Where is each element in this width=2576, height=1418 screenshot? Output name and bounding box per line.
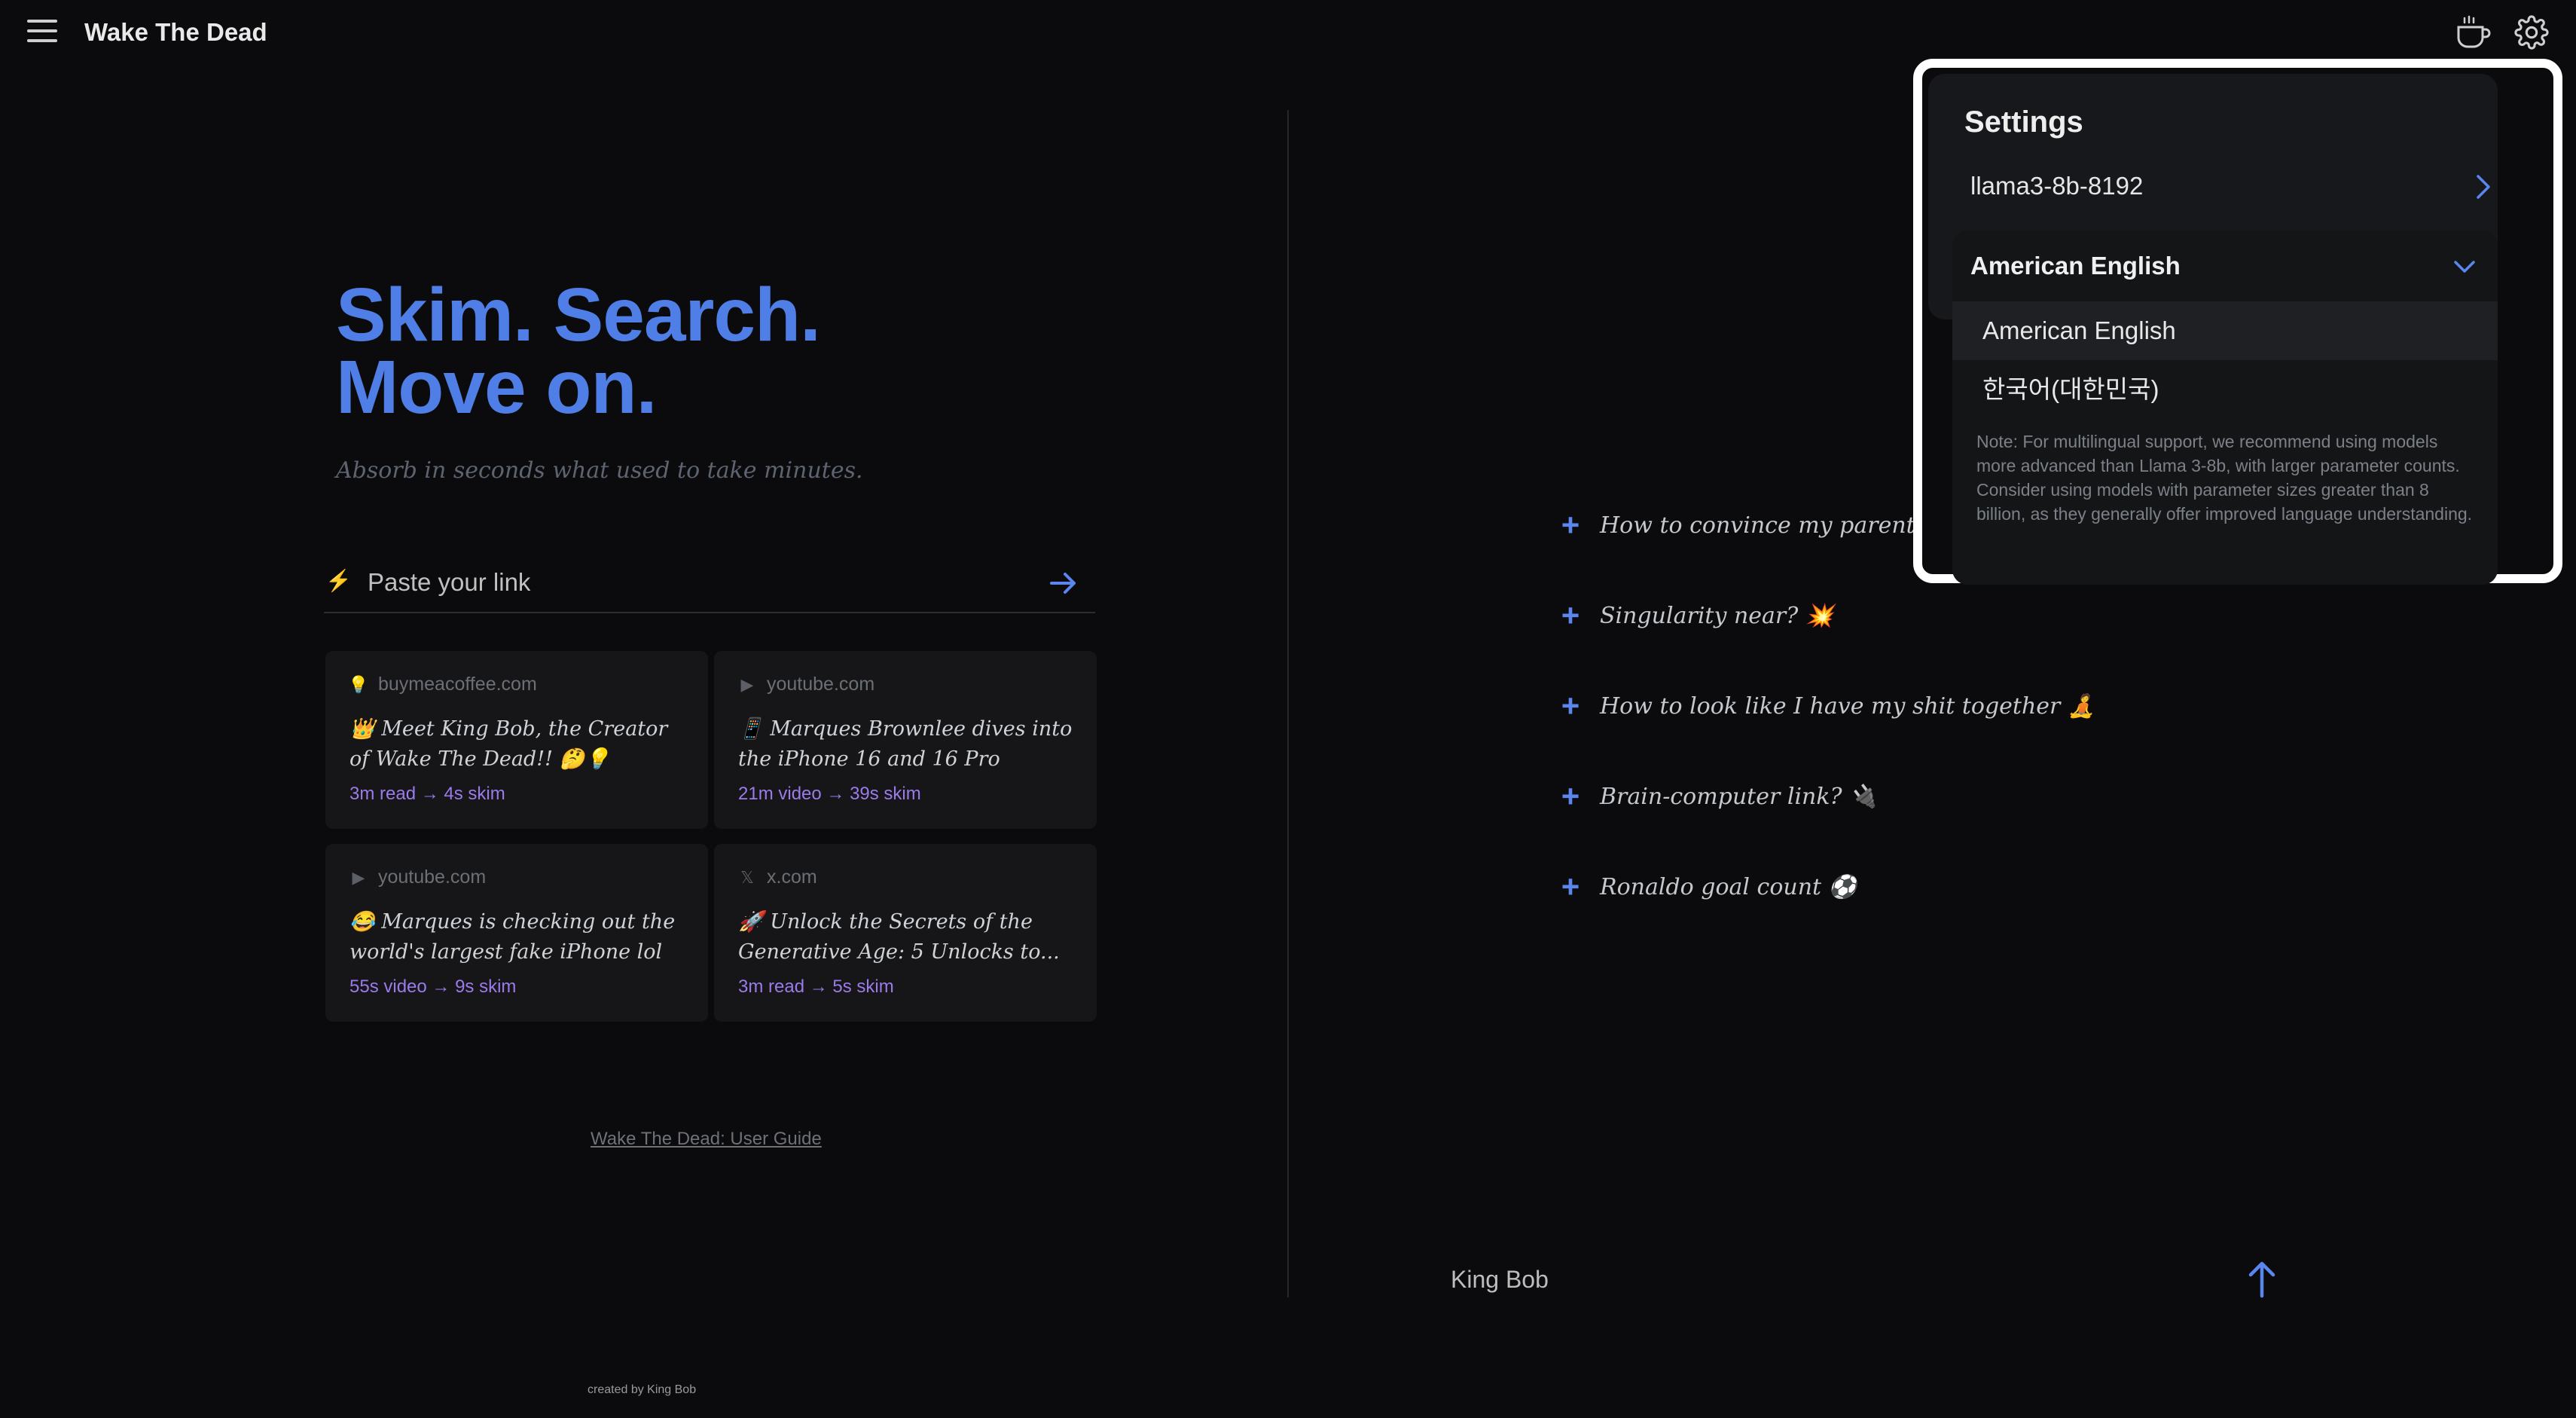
card-title: 👑 Meet King Bob, the Creator of Wake The… (349, 717, 668, 771)
hero-title-line-1: Skim. Search. (336, 273, 821, 357)
card-meta: 21m video → 39s skim (738, 784, 921, 804)
suggestion-item[interactable]: + How to look like I have my shit togeth… (1558, 688, 2096, 723)
language-selected-label: American English (1970, 252, 2181, 280)
card-source-label: x.com (767, 866, 817, 888)
card-title: 😂 Marques is checking out the world's la… (349, 910, 676, 964)
model-selector[interactable]: llama3-8b-8192 (1958, 157, 2514, 217)
plus-icon: + (1561, 778, 1580, 814)
example-card[interactable]: ▶ youtube.com 📱 Marques Brownlee dives i… (714, 651, 1097, 829)
lightbulb-icon: 💡 (348, 674, 369, 694)
example-card[interactable]: ▶ youtube.com 😂 Marques is checking out … (325, 844, 708, 1022)
app-title[interactable]: Wake The Dead (84, 18, 267, 47)
user-guide-link[interactable]: Wake The Dead: User Guide (591, 1129, 822, 1150)
chevron-right-icon (2469, 172, 2496, 202)
x-logo-icon: 𝕏 (740, 867, 754, 887)
hero-subtitle: Absorb in seconds what used to take minu… (336, 457, 863, 484)
user-name: King Bob (1451, 1266, 1549, 1293)
example-card[interactable]: 𝕏 x.com 🚀 Unlock the Secrets of the Gene… (714, 844, 1097, 1022)
hero-title: Skim. Search. Move on. (336, 273, 821, 429)
example-card[interactable]: 💡 buymeacoffee.com 👑 Meet King Bob, the … (325, 651, 708, 829)
link-input-row: ⚡ (324, 555, 1095, 613)
language-note: Note: For multilingual support, we recom… (1976, 432, 2473, 524)
card-source: ▶ youtube.com (738, 674, 875, 695)
card-source: 💡 buymeacoffee.com (348, 674, 537, 695)
created-by-footer: created by King Bob (588, 1383, 697, 1396)
bolt-icon: ⚡ (325, 569, 352, 592)
card-source-label: youtube.com (767, 674, 875, 695)
arrow-up-icon[interactable] (2243, 1258, 2281, 1300)
plus-icon: + (1561, 688, 1580, 723)
plus-icon: + (1561, 869, 1580, 904)
suggestion-item[interactable]: + Brain-computer link? 🔌 (1558, 781, 1878, 812)
card-source-label: buymeacoffee.com (378, 674, 537, 695)
suggestion-item[interactable]: + Ronaldo goal count ⚽ (1558, 871, 1857, 903)
youtube-icon: ▶ (740, 674, 754, 694)
settings-panel: Settings llama3-8b-8192 American English… (1913, 59, 2562, 585)
link-input[interactable] (366, 565, 1017, 600)
hero-title-line-2: Move on. (336, 345, 657, 429)
card-title: 🚀 Unlock the Secrets of the Generative A… (738, 910, 1060, 964)
suggestion-text: How to look like I have my shit together… (1600, 692, 2096, 720)
card-meta: 3m read → 5s skim (738, 976, 894, 997)
suggestion-text: Singularity near? 💥 (1600, 602, 1834, 629)
card-source: 𝕏 x.com (738, 866, 817, 888)
language-select[interactable]: American English (1952, 231, 2498, 301)
youtube-icon: ▶ (352, 867, 365, 887)
settings-title: Settings (1964, 105, 2083, 139)
language-option-american-english[interactable]: American English (1952, 301, 2498, 360)
coffee-cup-icon[interactable] (2454, 15, 2492, 50)
plus-icon: + (1561, 507, 1580, 542)
card-meta: 3m read → 4s skim (349, 784, 505, 804)
language-option-korean[interactable]: 한국어(대한민국) (1952, 360, 2498, 419)
card-title: 📱 Marques Brownlee dives into the iPhone… (738, 717, 1073, 771)
arrow-right-icon[interactable] (1045, 565, 1082, 601)
gear-icon[interactable] (2514, 15, 2552, 50)
chevron-down-icon (2449, 252, 2480, 282)
suggestion-text: Brain-computer link? 🔌 (1600, 783, 1878, 810)
plus-icon: + (1561, 597, 1580, 633)
suggestion-text: Ronaldo goal count ⚽ (1600, 873, 1857, 900)
card-source: ▶ youtube.com (349, 866, 487, 888)
model-label: llama3-8b-8192 (1970, 172, 2144, 200)
vertical-divider (1287, 110, 1289, 1297)
language-dropdown: American English American English 한국어(대한… (1952, 231, 2498, 585)
suggestion-item[interactable]: + Singularity near? 💥 (1558, 597, 1834, 633)
card-source-label: youtube.com (378, 866, 487, 888)
hamburger-menu-icon[interactable] (27, 20, 57, 45)
card-meta: 55s video → 9s skim (349, 976, 517, 997)
